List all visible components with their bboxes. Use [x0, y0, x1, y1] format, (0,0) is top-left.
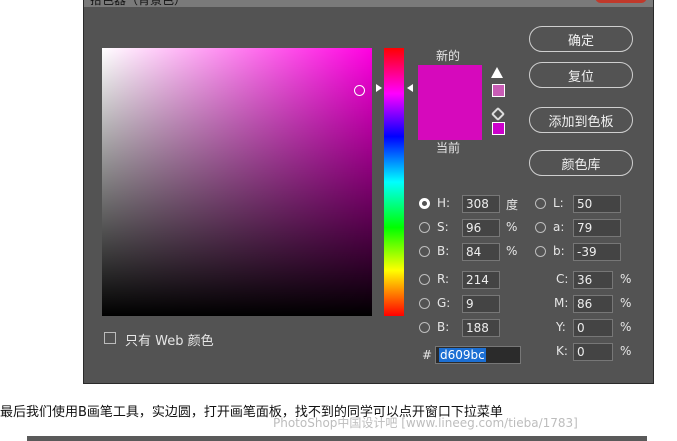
radio-h[interactable]: [419, 198, 430, 209]
label-s: S:: [437, 220, 449, 234]
radio-l[interactable]: [535, 198, 546, 209]
dialog-title: 拾色器（背景色）: [90, 0, 187, 7]
label-b: B:: [437, 244, 450, 258]
unit-y: %: [620, 320, 632, 334]
input-c[interactable]: 36: [573, 271, 613, 289]
current-color-label: 当前: [436, 141, 461, 155]
color-field[interactable]: [102, 48, 372, 316]
color-field-cursor[interactable]: [354, 85, 365, 96]
input-m[interactable]: 86: [573, 295, 613, 313]
hue-slider-right-arrow[interactable]: [407, 84, 413, 92]
title-bar: 拾色器（背景色）: [84, 0, 653, 7]
label-y: Y:: [556, 320, 566, 334]
reset-button[interactable]: 复位: [529, 62, 633, 88]
label-hex: #: [422, 348, 433, 362]
radio-r[interactable]: [419, 274, 430, 285]
input-b[interactable]: 84: [462, 243, 500, 261]
radio-lab-b[interactable]: [535, 246, 546, 257]
label-blue: B:: [437, 320, 450, 334]
hex-value: d609bc: [439, 348, 486, 362]
watermark: PhotoShop中国设计吧 [www.lineeg.com/tieba/178…: [273, 416, 578, 430]
input-k[interactable]: 0: [573, 343, 613, 361]
radio-blue[interactable]: [419, 322, 430, 333]
label-m: M:: [554, 296, 569, 310]
web-only-checkbox[interactable]: [104, 332, 116, 344]
label-g: G:: [437, 296, 451, 310]
input-hex[interactable]: d609bc: [435, 346, 521, 364]
input-blue[interactable]: 188: [462, 319, 500, 337]
label-lab-b: b:: [553, 244, 565, 258]
ok-button[interactable]: 确定: [529, 26, 633, 52]
new-color-label: 新的: [436, 49, 461, 63]
unit-c: %: [620, 272, 632, 286]
input-l[interactable]: 50: [573, 195, 621, 213]
hue-slider-left-arrow[interactable]: [376, 84, 382, 92]
label-k: K:: [556, 344, 568, 358]
unit-s: %: [506, 220, 518, 234]
input-g[interactable]: 9: [462, 295, 500, 313]
current-color-swatch[interactable]: [418, 103, 482, 140]
color-libraries-button[interactable]: 颜色库: [529, 150, 633, 176]
input-s[interactable]: 96: [462, 219, 500, 237]
websafe-cube-icon[interactable]: [490, 106, 506, 122]
gamut-warning-swatch[interactable]: [492, 84, 505, 97]
menu-strip-preview: [27, 436, 647, 441]
input-r[interactable]: 214: [462, 271, 500, 289]
unit-b: %: [506, 244, 518, 258]
websafe-swatch[interactable]: [492, 122, 505, 135]
unit-m: %: [620, 296, 632, 310]
unit-k: %: [620, 344, 632, 358]
label-a: a:: [553, 220, 565, 234]
gamut-warning-icon[interactable]: [491, 67, 503, 78]
radio-a[interactable]: [535, 222, 546, 233]
radio-s[interactable]: [419, 222, 430, 233]
label-l: L:: [553, 196, 564, 210]
label-c: C:: [556, 272, 569, 286]
new-color-swatch: [418, 65, 482, 103]
input-y[interactable]: 0: [573, 319, 613, 337]
radio-g[interactable]: [419, 298, 430, 309]
radio-b[interactable]: [419, 246, 430, 257]
color-picker-dialog: 拾色器（背景色） 新的 当前 确定 复位 添加到色板 颜色库 H: 308 度 …: [83, 0, 654, 384]
label-h: H:: [437, 196, 451, 210]
close-button[interactable]: [595, 0, 647, 3]
input-lab-b[interactable]: -39: [573, 243, 621, 261]
input-h[interactable]: 308: [462, 195, 500, 213]
web-only-label: 只有 Web 颜色: [125, 334, 214, 349]
hue-slider[interactable]: [384, 48, 404, 316]
input-a[interactable]: 79: [573, 219, 621, 237]
add-to-swatches-button[interactable]: 添加到色板: [529, 107, 633, 133]
label-r: R:: [437, 272, 450, 286]
unit-h: 度: [506, 198, 519, 212]
